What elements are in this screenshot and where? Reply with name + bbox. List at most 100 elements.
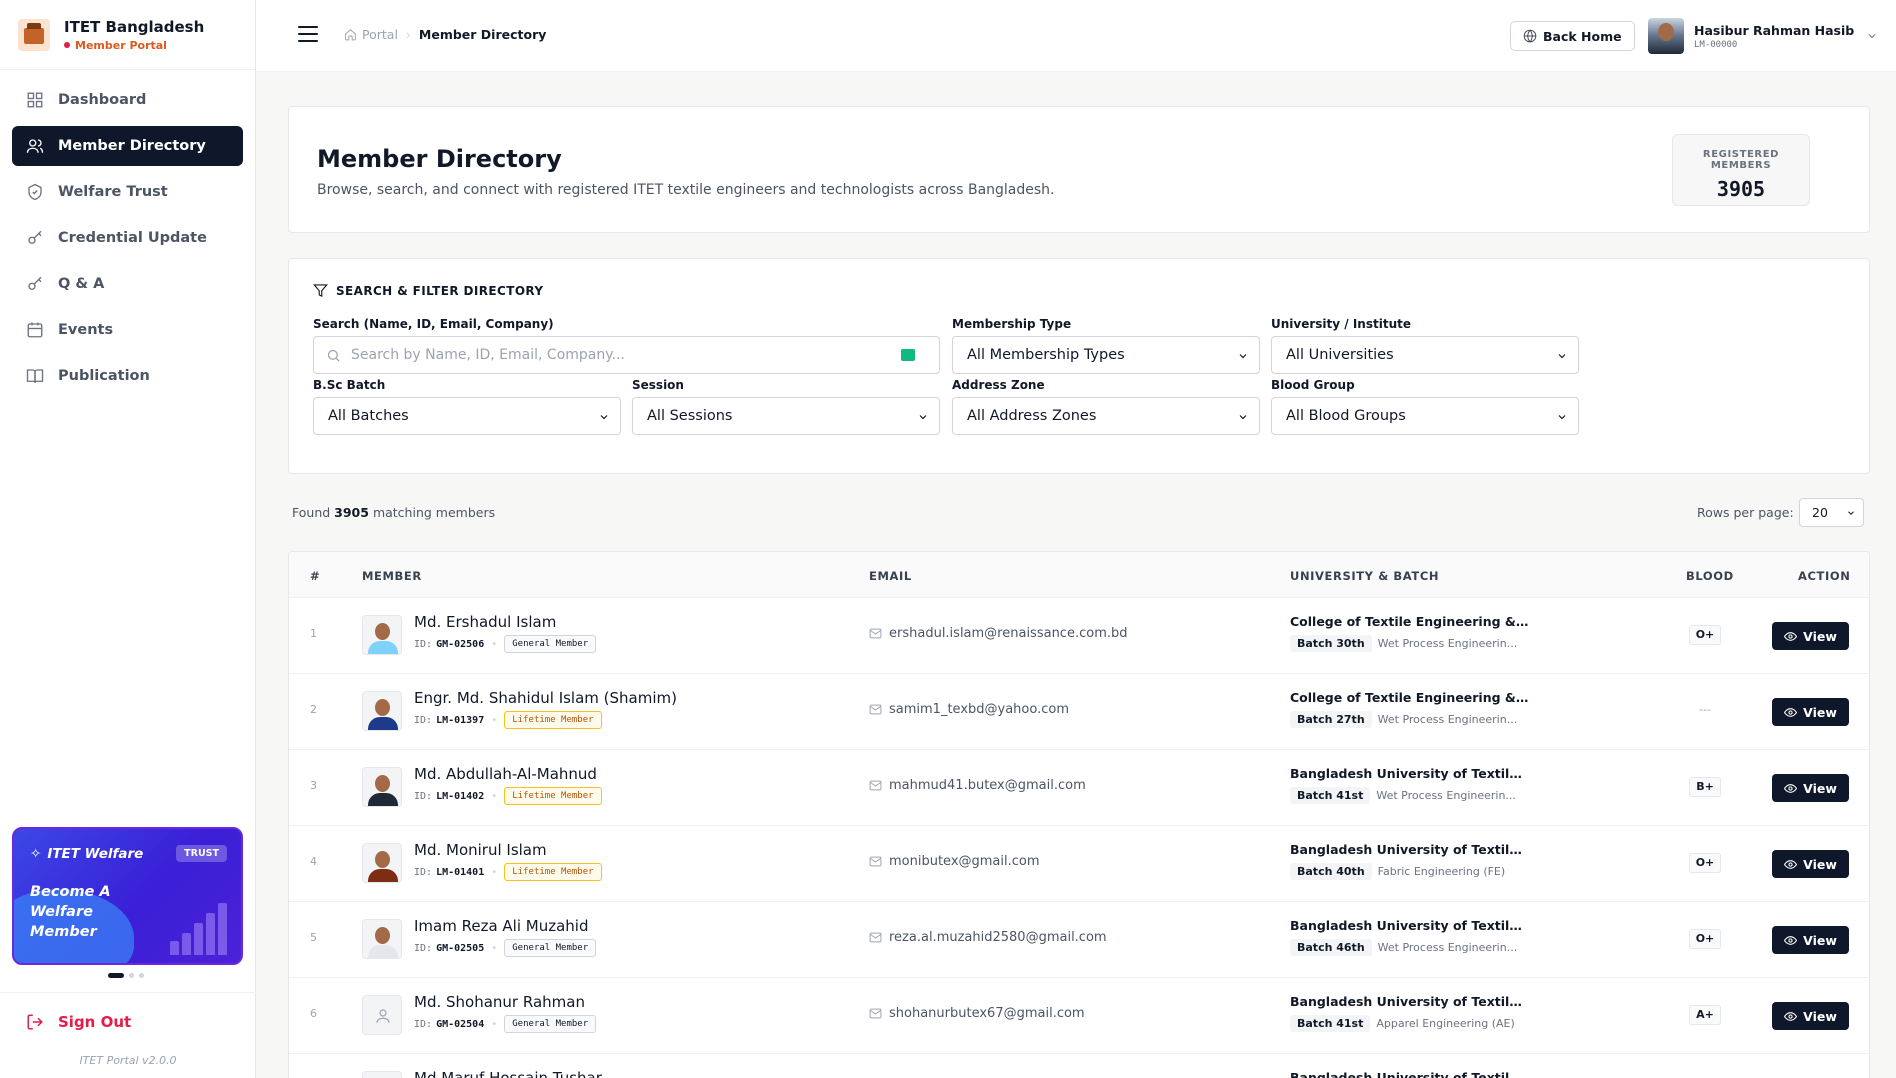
- member-email[interactable]: monibutex@gmail.com: [869, 854, 1040, 869]
- user-placeholder-icon: [376, 1009, 390, 1023]
- breadcrumb-home[interactable]: Portal: [344, 27, 398, 42]
- view-button[interactable]: View: [1772, 698, 1849, 726]
- mail-icon: [869, 780, 882, 791]
- table-row: 4 Md. Monirul Islam ID: LM-01401 • Lifetime M…: [289, 826, 1869, 902]
- sidebar: ITET Bangladesh Member Portal Dashboard M…: [0, 0, 256, 1078]
- sidebar-item-events[interactable]: Events: [12, 310, 243, 350]
- welfare-promo-banner[interactable]: ✧ ITET Welfare TRUST Become A Welfare Mem…: [12, 827, 243, 965]
- row-number: 3: [310, 779, 317, 792]
- sidebar-item-label: Q & A: [58, 276, 105, 292]
- table-row: 1 Md. Ershadul Islam ID: GM-02506 • General M…: [289, 598, 1869, 674]
- sidebar-item-credential-update[interactable]: Credential Update: [12, 218, 243, 258]
- sidebar-item-welfare-trust[interactable]: Welfare Trust: [12, 172, 243, 212]
- itet-logo: [18, 18, 50, 51]
- rows-per-page-label: Rows per page:: [1697, 505, 1794, 520]
- batch-badge: Batch 30th: [1290, 635, 1372, 652]
- view-button[interactable]: View: [1772, 1002, 1849, 1030]
- membership-badge: General Member: [504, 635, 597, 653]
- mail-icon: [869, 704, 882, 715]
- search-placeholder: Search by Name, ID, Email, Company...: [351, 347, 625, 363]
- mail-icon: [869, 856, 882, 867]
- session-label: Session: [632, 378, 684, 392]
- member-name[interactable]: Md Maruf Hossain Tushar: [414, 1069, 602, 1078]
- back-home-button[interactable]: Back Home: [1510, 21, 1635, 51]
- member-meta: ID: LM-01397 • Lifetime Member: [414, 711, 602, 729]
- batch-select[interactable]: All Batches: [313, 397, 621, 435]
- member-name[interactable]: Md. Shohanur Rahman: [414, 993, 585, 1011]
- department: Apparel Engineering (AE): [1376, 1017, 1515, 1030]
- member-id: LM-01397: [436, 714, 485, 726]
- search-input[interactable]: Search by Name, ID, Email, Company...: [313, 336, 940, 374]
- department: Wet Process Engineerin...: [1377, 941, 1518, 954]
- chevron-down-icon: [1239, 415, 1247, 420]
- sidebar-item-publication[interactable]: Publication: [12, 356, 243, 396]
- member-id: GM-02504: [436, 1018, 485, 1030]
- breadcrumb-separator-icon: ›: [405, 27, 411, 42]
- chevron-down-icon: [1848, 511, 1854, 515]
- blood-group-badge: O+: [1689, 853, 1721, 873]
- eye-icon: [1784, 935, 1798, 945]
- blood-group-badge: O+: [1689, 625, 1721, 645]
- eye-icon: [1784, 631, 1798, 641]
- member-name[interactable]: Md. Monirul Islam: [414, 841, 547, 859]
- carousel-dots[interactable]: [108, 973, 144, 978]
- member-email[interactable]: reza.al.muzahid2580@gmail.com: [869, 930, 1107, 945]
- member-name[interactable]: Md. Abdullah-Al-Mahnud: [414, 765, 597, 783]
- membership-select[interactable]: All Membership Types: [952, 336, 1260, 374]
- member-email[interactable]: samim1_texbd@yahoo.com: [869, 702, 1069, 717]
- blood-group-badge: O+: [1689, 929, 1721, 949]
- sign-out-button[interactable]: Sign Out: [26, 1013, 131, 1031]
- blood-group-badge: B+: [1689, 777, 1721, 797]
- status-dot-icon: [64, 42, 70, 48]
- member-name[interactable]: Imam Reza Ali Muzahid: [414, 917, 589, 935]
- member-avatar: [362, 767, 402, 807]
- menu-toggle-icon[interactable]: [298, 26, 318, 46]
- key-icon: [28, 276, 42, 290]
- brand[interactable]: ITET Bangladesh Member Portal: [0, 0, 255, 70]
- zone-select[interactable]: All Address Zones: [952, 397, 1260, 435]
- member-avatar: [362, 843, 402, 883]
- view-button[interactable]: View: [1772, 926, 1849, 954]
- user-menu[interactable]: Hasibur Rahman Hasib LM-00000: [1648, 18, 1878, 54]
- eye-icon: [1784, 783, 1798, 793]
- sign-out-label: Sign Out: [58, 1013, 132, 1031]
- view-button[interactable]: View: [1772, 850, 1849, 878]
- membership-badge: Lifetime Member: [504, 863, 602, 881]
- chevron-down-icon: [1868, 34, 1876, 39]
- batch-badge: Batch 41st: [1290, 787, 1371, 804]
- university-name: Bangladesh University of Textiles (...: [1290, 842, 1530, 857]
- view-button[interactable]: View: [1772, 774, 1849, 802]
- membership-badge: General Member: [504, 939, 597, 957]
- session-select[interactable]: All Sessions: [632, 397, 940, 435]
- member-id: LM-01401: [436, 866, 485, 878]
- blood-group-badge: A+: [1689, 1005, 1721, 1025]
- member-avatar: [362, 691, 402, 731]
- university-select[interactable]: All Universities: [1271, 336, 1579, 374]
- row-number: 6: [310, 1007, 317, 1020]
- chevron-down-icon: [1239, 354, 1247, 359]
- filter-icon: [313, 284, 328, 298]
- sidebar-item-member-directory[interactable]: Member Directory: [12, 126, 243, 166]
- promo-bars-decoration: [170, 903, 227, 955]
- book-icon: [26, 369, 44, 383]
- members-table: # MEMBER EMAIL UNIVERSITY & BATCH BLOOD …: [288, 551, 1870, 1078]
- member-email[interactable]: mahmud41.butex@gmail.com: [869, 778, 1086, 793]
- user-id: LM-00000: [1694, 39, 1738, 50]
- member-name[interactable]: Md. Ershadul Islam: [414, 613, 556, 631]
- member-email[interactable]: ershadul.islam@renaissance.com.bd: [869, 626, 1128, 641]
- breadcrumb-current: Member Directory: [418, 27, 547, 42]
- search-label: Search (Name, ID, Email, Company): [313, 317, 554, 331]
- university-batch: Bangladesh University of Textiles (... Ba…: [1290, 842, 1530, 880]
- member-name[interactable]: Engr. Md. Shahidul Islam (Shamim): [414, 689, 677, 707]
- table-header: # MEMBER EMAIL UNIVERSITY & BATCH BLOOD …: [289, 552, 1869, 598]
- view-button[interactable]: View: [1772, 622, 1849, 650]
- member-email[interactable]: shohanurbutex67@gmail.com: [869, 1006, 1085, 1021]
- table-row: 5 Imam Reza Ali Muzahid ID: GM-02505 • Genera…: [289, 902, 1869, 978]
- blood-select[interactable]: All Blood Groups: [1271, 397, 1579, 435]
- brand-subtitle: Member Portal: [64, 39, 204, 52]
- sidebar-item-q-a[interactable]: Q & A: [12, 264, 243, 304]
- chevron-down-icon: [919, 415, 927, 420]
- rows-per-page-select[interactable]: 20: [1799, 498, 1864, 527]
- university-name: Bangladesh University of Textiles (...: [1290, 918, 1530, 933]
- sidebar-item-dashboard[interactable]: Dashboard: [12, 80, 243, 120]
